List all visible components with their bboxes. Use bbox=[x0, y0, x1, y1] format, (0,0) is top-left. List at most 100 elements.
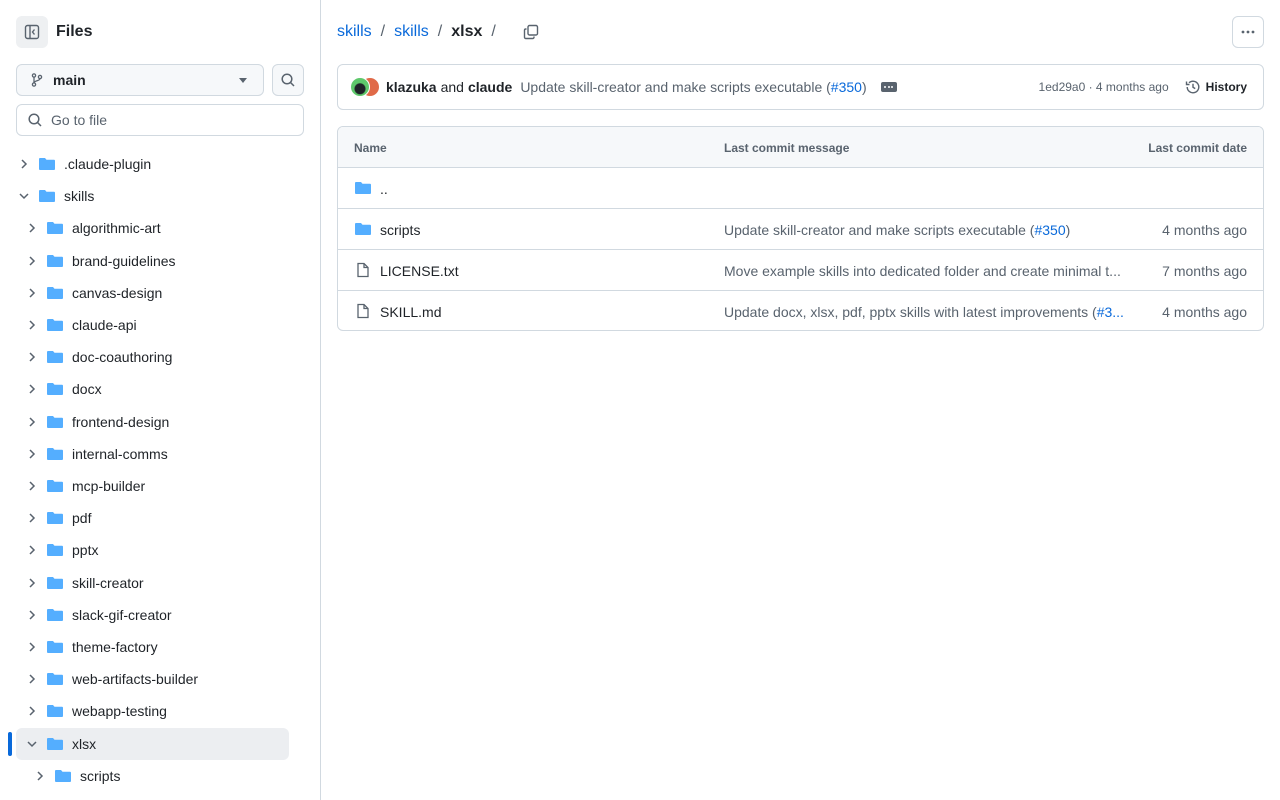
file-name-link[interactable]: SKILL.md bbox=[380, 304, 441, 320]
folder-icon bbox=[46, 542, 64, 558]
tree-item-frontend-design[interactable]: frontend-design bbox=[24, 406, 169, 438]
chevron-right-icon[interactable] bbox=[24, 317, 40, 333]
chevron-right-icon[interactable] bbox=[24, 220, 40, 236]
tree-item-claude-plugin[interactable]: .claude-plugin bbox=[16, 148, 151, 180]
pr-link[interactable]: #3... bbox=[1097, 304, 1124, 320]
chevron-right-icon[interactable] bbox=[24, 253, 40, 269]
tree-item-label: slack-gif-creator bbox=[72, 606, 172, 623]
chevron-right-icon[interactable] bbox=[24, 285, 40, 301]
chevron-right-icon[interactable] bbox=[24, 671, 40, 687]
more-options-button[interactable] bbox=[1232, 16, 1264, 48]
commit-avatars[interactable] bbox=[350, 76, 380, 98]
folder-icon bbox=[46, 671, 64, 687]
chevron-right-icon[interactable] bbox=[24, 478, 40, 494]
tree-item-pdf[interactable]: pdf bbox=[24, 502, 91, 534]
branch-selector[interactable]: main bbox=[16, 64, 264, 96]
tree-item-label: frontend-design bbox=[72, 413, 170, 430]
tree-item-web-artifacts-builder[interactable]: web-artifacts-builder bbox=[24, 663, 198, 695]
chevron-right-icon[interactable] bbox=[24, 607, 40, 623]
commit-coauthor[interactable]: claude bbox=[468, 79, 512, 95]
tree-item-scripts[interactable]: scripts bbox=[32, 760, 120, 792]
chevron-right-icon[interactable] bbox=[24, 381, 40, 397]
avatar bbox=[350, 77, 370, 97]
chevron-right-icon[interactable] bbox=[24, 510, 40, 526]
breadcrumb-link-skills[interactable]: skills bbox=[394, 23, 429, 41]
main-content: skills / skills / xlsx / klazuka and cla… bbox=[321, 0, 1280, 800]
file-icon bbox=[354, 262, 372, 278]
search-files-button[interactable] bbox=[272, 64, 304, 96]
folder-open-icon bbox=[46, 736, 64, 752]
folder-icon bbox=[46, 317, 64, 333]
active-indicator bbox=[8, 731, 12, 756]
tree-item-theme-factory[interactable]: theme-factory bbox=[24, 631, 158, 663]
chevron-right-icon[interactable] bbox=[24, 542, 40, 558]
commit-date[interactable]: 4 months ago bbox=[1162, 222, 1247, 238]
chevron-right-icon[interactable] bbox=[32, 768, 48, 784]
pr-link[interactable]: #350 bbox=[831, 79, 862, 95]
tree-item-label: claude-api bbox=[72, 317, 137, 333]
tree-item-internal-comms[interactable]: internal-comms bbox=[24, 438, 168, 470]
chevron-down-icon[interactable] bbox=[16, 188, 32, 204]
commit-author[interactable]: klazuka bbox=[386, 79, 437, 95]
parent-directory-link[interactable]: .. bbox=[380, 181, 388, 197]
folder-icon bbox=[46, 575, 64, 591]
tree-item-webapp-testing[interactable]: webapp-testing bbox=[24, 695, 167, 727]
tree-item-label: theme-factory bbox=[72, 639, 158, 655]
tree-item-label: scripts bbox=[80, 767, 121, 784]
tree-item-algorithmic-art[interactable]: algorithmic-art bbox=[24, 212, 161, 244]
tree-item-canvas-design[interactable]: canvas-design bbox=[24, 277, 162, 309]
file-name-link[interactable]: LICENSE.txt bbox=[380, 263, 459, 279]
tree-item-brand-guidelines[interactable]: brand-guidelines bbox=[24, 245, 176, 277]
chevron-right-icon[interactable] bbox=[16, 156, 32, 172]
tree-item-claude-api[interactable]: claude-api bbox=[24, 309, 137, 341]
commit-date[interactable]: 7 months ago bbox=[1162, 263, 1247, 279]
table-row-parent[interactable]: .. bbox=[338, 168, 1263, 209]
chevron-right-icon[interactable] bbox=[24, 703, 40, 719]
table-row[interactable]: LICENSE.txt Move example skills into dedi… bbox=[338, 250, 1263, 291]
chevron-right-icon[interactable] bbox=[24, 639, 40, 655]
chevron-right-icon[interactable] bbox=[24, 575, 40, 591]
tree-item-skills[interactable]: skills bbox=[16, 180, 94, 212]
table-row[interactable]: SKILL.md Update docx, xlsx, pdf, pptx ski… bbox=[338, 291, 1263, 330]
tree-item-doc-coauthoring[interactable]: doc-coauthoring bbox=[24, 341, 172, 373]
history-icon bbox=[1185, 80, 1200, 94]
column-header-date: Last commit date bbox=[1148, 141, 1247, 155]
chevron-right-icon[interactable] bbox=[24, 349, 40, 365]
copy-path-button[interactable] bbox=[519, 20, 543, 44]
table-row[interactable]: scripts Update skill-creator and make scr… bbox=[338, 209, 1263, 250]
commit-message-link[interactable]: Update skill-creator and make scripts ex… bbox=[724, 222, 1124, 238]
commit-message-link[interactable]: Move example skills into dedicated folde… bbox=[724, 263, 1124, 279]
commit-date[interactable]: 4 months ago bbox=[1162, 304, 1247, 320]
file-icon bbox=[354, 303, 372, 319]
breadcrumb-link-repo[interactable]: skills bbox=[337, 23, 372, 41]
commit-message-link[interactable]: Update docx, xlsx, pdf, pptx skills with… bbox=[724, 304, 1124, 320]
chevron-right-icon[interactable] bbox=[24, 446, 40, 462]
tree-item-label: skill-creator bbox=[72, 574, 144, 591]
file-name-link[interactable]: scripts bbox=[380, 222, 420, 238]
go-to-file-input[interactable] bbox=[51, 112, 291, 128]
copy-icon bbox=[523, 24, 539, 40]
tree-item-label: canvas-design bbox=[72, 284, 163, 301]
tree-item-docx[interactable]: docx bbox=[24, 373, 102, 405]
breadcrumb-separator: / bbox=[437, 23, 443, 40]
collapse-sidebar-button[interactable] bbox=[16, 16, 48, 48]
chevron-right-icon[interactable] bbox=[24, 414, 40, 430]
column-header-name: Name bbox=[354, 141, 387, 155]
commit-message[interactable]: Update skill-creator and make scripts ex… bbox=[520, 79, 866, 95]
tree-item-label: internal-comms bbox=[72, 445, 168, 462]
folder-open-icon bbox=[38, 188, 56, 204]
chevron-down-icon[interactable] bbox=[24, 736, 40, 752]
go-to-file-field[interactable] bbox=[16, 104, 304, 136]
expand-commit-button[interactable] bbox=[880, 82, 897, 92]
tree-item-skill-creator[interactable]: skill-creator bbox=[24, 567, 144, 599]
commit-sha-time[interactable]: 1ed29a0 · 4 months ago bbox=[1039, 80, 1169, 94]
tree-item-mcp-builder[interactable]: mcp-builder bbox=[24, 470, 145, 502]
tree-item-xlsx[interactable]: xlsx bbox=[16, 727, 289, 760]
history-button[interactable]: History bbox=[1185, 79, 1247, 95]
tree-item-slack-gif-creator[interactable]: slack-gif-creator bbox=[24, 599, 172, 631]
tree-item-pptx[interactable]: pptx bbox=[24, 534, 98, 566]
branch-name: main bbox=[53, 72, 86, 88]
pr-link[interactable]: #350 bbox=[1034, 222, 1065, 238]
folder-icon bbox=[46, 607, 64, 623]
latest-commit-bar: klazuka and claude Update skill-creator … bbox=[337, 64, 1264, 110]
